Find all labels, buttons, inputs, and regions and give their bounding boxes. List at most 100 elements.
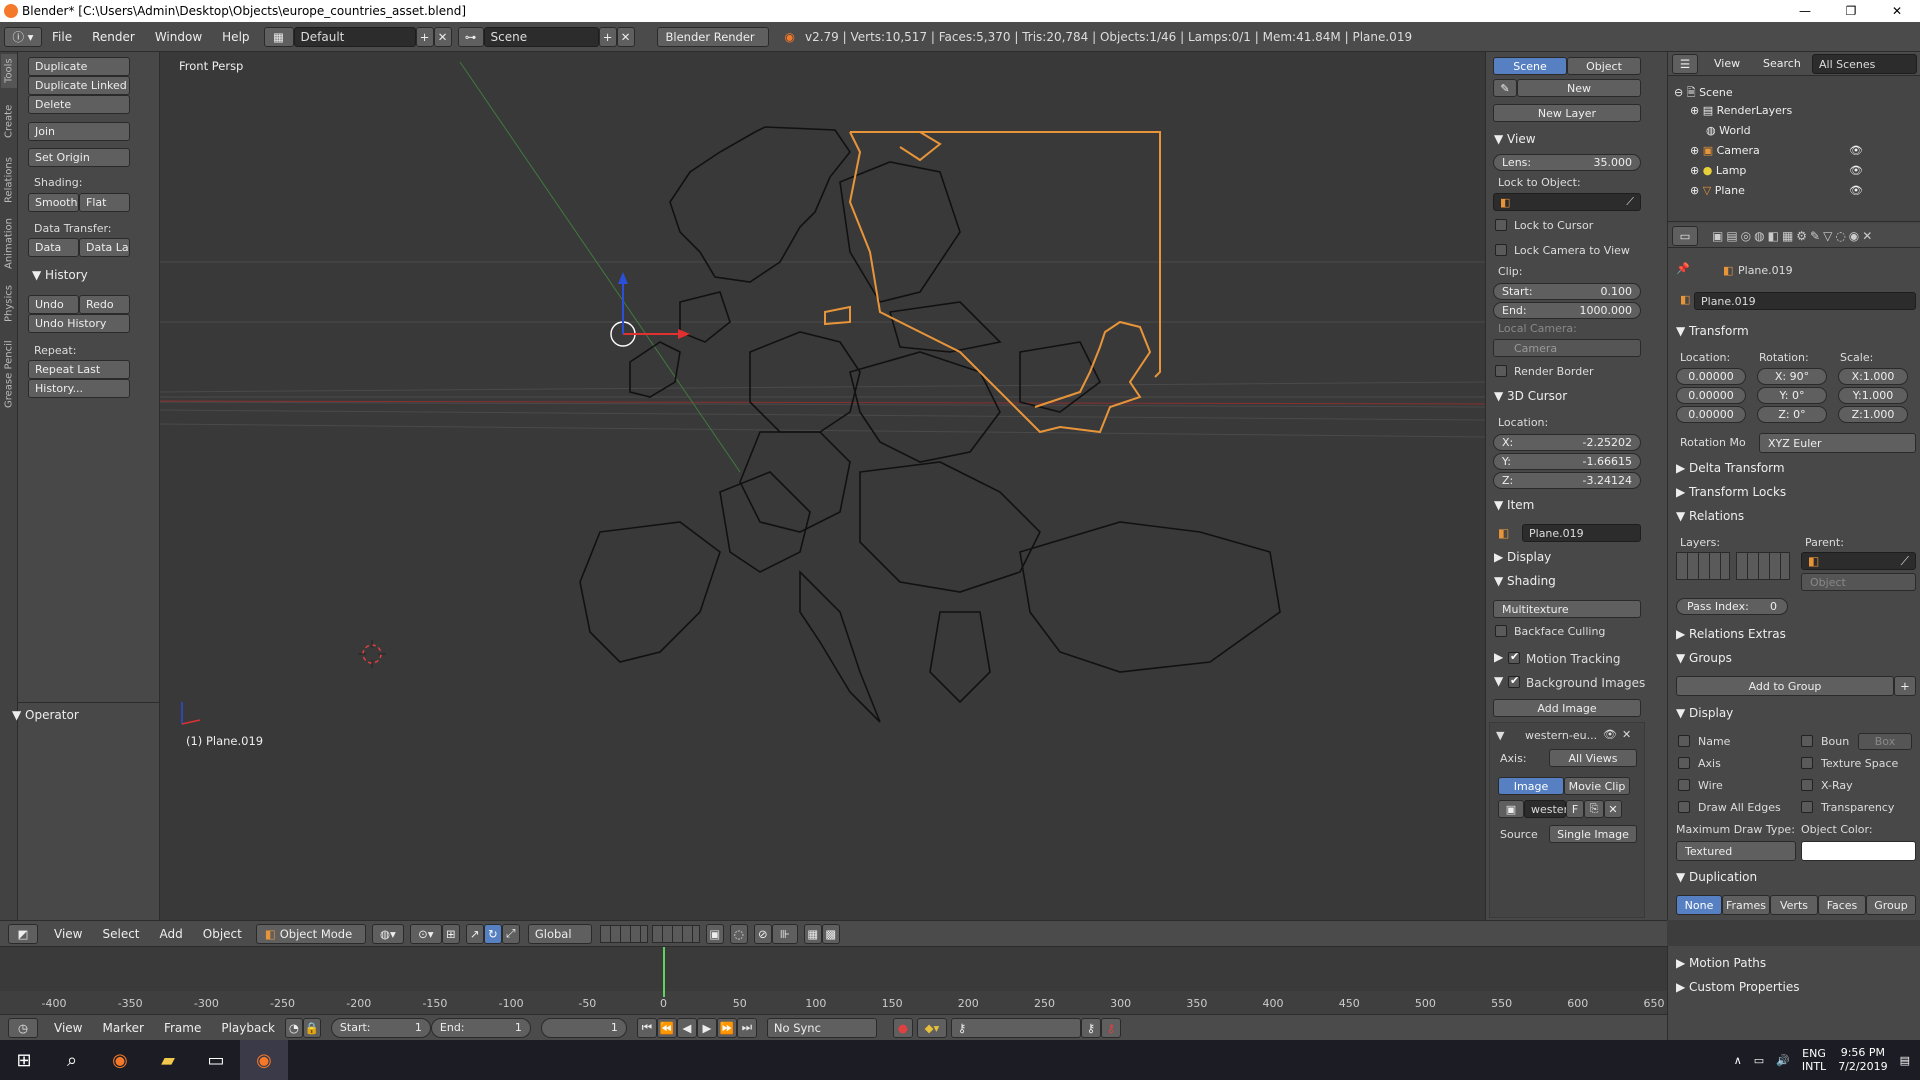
menu-window[interactable]: Window [145,30,212,44]
manipulator-toggle-icon[interactable]: ⊞ [441,923,460,944]
clip-start-field[interactable]: Start: 0.100 [1493,283,1641,300]
item-name-field[interactable]: Plane.019 [1522,524,1641,542]
viewport-shading-select[interactable]: ◍▾ [371,923,404,944]
set-origin-select[interactable]: Set Origin [28,148,130,167]
background-images-checkbox[interactable] [1508,674,1520,688]
maximize-button[interactable]: ❐ [1828,0,1874,22]
rotation-y-field[interactable]: Y: 0° [1757,387,1827,404]
object-name-field[interactable]: Plane.019 [1694,292,1916,310]
layers-grid-a[interactable] [1676,552,1730,580]
current-frame-field[interactable]: 1 [540,1017,627,1038]
transform-orientation-select[interactable]: Global [527,923,592,944]
transform-panel-header[interactable]: ▼ Transform [1676,324,1749,338]
scale-x-field[interactable]: X:1.000 [1838,368,1908,385]
display-panel-header-props[interactable]: ▼ Display [1676,706,1733,720]
backface-culling-checkbox[interactable] [1495,625,1507,637]
lock-camera-checkbox[interactable] [1495,244,1507,256]
outliner-camera-row[interactable]: ⊕ ▣ Camera [1690,144,1760,157]
lock-range-icon[interactable]: 🔒 [302,1017,321,1038]
duplicate-button[interactable]: Duplicate [28,57,130,76]
scene-layers-a[interactable] [599,924,648,943]
blender-taskbar-icon[interactable]: ◉ [240,1040,288,1080]
outliner-search-menu[interactable]: Search [1763,57,1801,70]
pin-icon[interactable]: 📌 [1676,262,1690,275]
plane-visibility-icon[interactable]: 👁 [1849,184,1863,197]
scale-z-field[interactable]: Z:1.000 [1838,406,1908,423]
lock-object-field[interactable]: ◧ ⟋ [1493,193,1641,211]
join-button[interactable]: Join [28,122,130,141]
display-bounds-checkbox[interactable] [1801,735,1813,747]
draw-all-edges-checkbox[interactable] [1678,801,1690,813]
record-icon[interactable]: ● [892,1017,913,1038]
timeline-view-menu[interactable]: View [44,1021,92,1035]
preview-range-icon[interactable]: ◔ [284,1017,303,1038]
network-icon[interactable]: ▭ [1754,1054,1764,1067]
local-camera-field[interactable]: Camera [1493,339,1641,357]
scale-manipulator-icon[interactable]: ⤢ [501,923,520,944]
editor-type-info-icon[interactable]: ⓘ ▾ [4,26,42,47]
redo-button[interactable]: Redo [79,295,130,314]
current-frame-indicator[interactable] [663,947,665,997]
view-panel-header[interactable]: ▼ View [1494,132,1536,146]
new-layer-button[interactable]: New Layer [1493,104,1641,122]
properties-context-tabs[interactable]: ▣▤◎◍◧▦⚙✎▽◌◉✕ [1712,229,1875,243]
eye-icon[interactable]: 👁 [1603,728,1617,741]
active-keying-set-field[interactable]: ⚷ [950,1017,1081,1038]
snap-toggle-icon[interactable]: ⊘ [753,923,772,944]
tab-relations[interactable]: Relations [1,152,17,208]
outliner-plane-row[interactable]: ⊕ ▽ Plane [1690,184,1745,197]
new-button[interactable]: New [1517,79,1641,97]
z-arrowhead-icon[interactable] [618,272,628,284]
rotate-manipulator-icon[interactable]: ↻ [483,923,502,944]
jump-start-icon[interactable]: ⏮ [636,1017,657,1038]
opengl-render-icon[interactable]: ▦ [803,923,822,944]
pencil-icon[interactable]: ✎ [1493,79,1517,97]
background-images-header[interactable]: ▼ [1494,674,1503,688]
rotation-x-field[interactable]: X: 90° [1757,368,1827,385]
texture-space-checkbox[interactable] [1801,757,1813,769]
viewport-add-menu[interactable]: Add [150,927,193,941]
dup-none-button[interactable]: None [1676,895,1722,915]
x-arrowhead-icon[interactable] [678,329,690,339]
parent-eyedropper-icon[interactable]: ⟋ [1901,554,1909,569]
shading-panel-header[interactable]: ▼ Shading [1494,574,1556,588]
play-icon[interactable]: ▶ [696,1017,717,1038]
opengl-anim-icon[interactable]: ▩ [821,923,840,944]
image-collapse-icon[interactable]: ▼ [1496,729,1504,742]
start-button-icon[interactable]: ⊞ [0,1040,48,1080]
lamp-visibility-icon[interactable]: 👁 [1849,164,1863,177]
clock[interactable]: 9:56 PM 7/2/2019 [1838,1046,1887,1074]
menu-file[interactable]: File [42,30,82,44]
history-panel-header[interactable]: ▼ History [32,268,88,282]
pass-index-field[interactable]: Pass Index: 0 [1676,598,1788,615]
display-axis-checkbox[interactable] [1678,757,1690,769]
display-name-checkbox[interactable] [1678,735,1690,747]
custom-properties-header[interactable]: ▶ Custom Properties [1676,980,1799,994]
language-indicator[interactable]: ENG INTL [1802,1047,1826,1073]
undo-button[interactable]: Undo [28,295,79,314]
keying-set-icon[interactable]: ◆▾ [916,1017,947,1038]
image-field[interactable]: wester [1524,800,1568,818]
scene-remove-icon[interactable]: ✕ [616,26,635,47]
timeline-track[interactable] [0,947,1667,991]
rotation-z-field[interactable]: Z: 0° [1757,406,1827,423]
outliner-view-menu[interactable]: View [1714,57,1740,70]
outliner-scene-row[interactable]: ⊖ 🗎 Scene [1674,84,1733,103]
render-engine-select[interactable]: Blender Render [656,26,769,47]
undo-history-button[interactable]: Undo History [28,314,130,333]
tab-create[interactable]: Create [1,98,17,144]
scene-add-icon[interactable]: + [598,26,617,47]
operator-panel-header[interactable]: ▼ Operator [12,708,79,722]
clip-end-field[interactable]: End: 1000.000 [1493,302,1641,319]
add-image-button[interactable]: Add Image [1493,699,1641,717]
display-wire-checkbox[interactable] [1678,779,1690,791]
object-color-swatch[interactable] [1801,841,1916,861]
tab-object[interactable]: Object [1567,57,1641,75]
cursor-panel-header[interactable]: ▼ 3D Cursor [1494,389,1567,403]
data-button[interactable]: Data [28,238,79,257]
rotation-mode-select[interactable]: XYZ Euler [1759,433,1916,453]
camera-visibility-icon[interactable]: 👁 [1849,144,1863,157]
axis-select[interactable]: All Views [1549,749,1637,767]
outliner-display-select[interactable]: All Scenes [1812,54,1917,74]
3d-viewport[interactable]: Front Persp (1) Plane.019 [160,52,1485,920]
